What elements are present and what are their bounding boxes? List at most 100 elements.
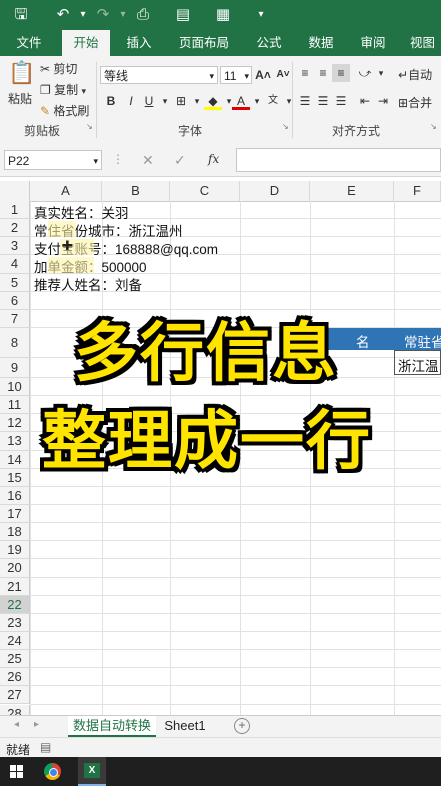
column-header-f[interactable]: F <box>394 181 441 201</box>
row-header-9[interactable]: 9 <box>0 357 30 378</box>
tab-insert[interactable]: 插入 <box>118 30 160 56</box>
undo-dropdown-icon[interactable]: ▾ <box>72 5 94 25</box>
tab-file[interactable]: 文件 <box>8 30 50 56</box>
cell-f8[interactable]: 常驻省 <box>404 331 441 351</box>
row-header-11[interactable]: 11 <box>0 396 30 415</box>
wrap-text-button[interactable]: ↵自动 <box>398 66 432 83</box>
chevron-down-icon[interactable]: ▾ <box>372 64 390 82</box>
copy-button[interactable]: ❐ 复制 ▾ <box>40 81 86 98</box>
align-top-icon[interactable]: ≡ <box>296 64 314 82</box>
row-header-6[interactable]: 6 <box>0 291 30 310</box>
column-header-e[interactable]: E <box>310 181 394 201</box>
formula-input[interactable] <box>236 148 441 172</box>
row-gridline <box>30 576 441 578</box>
sheet-tab-active[interactable]: 数据自动转换 <box>68 716 156 737</box>
tab-review[interactable]: 审阅 <box>352 30 394 56</box>
dialog-launcher-icon[interactable]: ↘ <box>86 122 93 131</box>
align-left-icon[interactable]: ☰ <box>296 92 314 110</box>
scroll-left-icon[interactable]: ◂ <box>14 719 19 730</box>
row-header-4[interactable]: 4 <box>0 255 30 274</box>
add-sheet-icon[interactable]: + <box>234 718 250 734</box>
font-group-label: 字体 <box>178 124 203 138</box>
row-header-26[interactable]: 26 <box>0 668 30 687</box>
cell-f9[interactable]: 浙江温 <box>398 355 439 375</box>
dialog-launcher-icon[interactable]: ↘ <box>282 122 289 131</box>
tab-page-layout[interactable]: 页面布局 <box>172 30 236 56</box>
confirm-icon[interactable]: ✓ <box>174 152 186 169</box>
dialog-launcher-icon[interactable]: ↘ <box>430 122 437 131</box>
row-header-5[interactable]: 5 <box>0 273 30 292</box>
row-header-18[interactable]: 18 <box>0 523 30 542</box>
name-box[interactable]: P22 ▾ <box>4 150 102 170</box>
cancel-icon[interactable]: ✕ <box>142 152 154 169</box>
italic-button[interactable]: I <box>122 92 140 110</box>
redo-dropdown-icon[interactable]: ▾ <box>112 5 134 25</box>
insert-function-button[interactable]: fx <box>208 152 219 166</box>
tab-home[interactable]: 开始 <box>62 30 110 56</box>
align-right-icon[interactable]: ☰ <box>332 92 350 110</box>
row-header-14[interactable]: 14 <box>0 450 30 469</box>
select-all-corner[interactable] <box>0 181 30 201</box>
row-header-27[interactable]: 27 <box>0 686 30 705</box>
format-painter-button[interactable]: ✎ 格式刷 <box>40 102 89 119</box>
paste-icon[interactable]: 📋 <box>8 60 35 86</box>
excel-taskbar-button[interactable]: X <box>78 757 106 786</box>
sort-icon[interactable]: ▦ <box>212 5 234 25</box>
row-header-12[interactable]: 12 <box>0 414 30 433</box>
row-header-8[interactable]: 8 <box>0 327 30 358</box>
tab-formulas[interactable]: 公式 <box>248 30 290 56</box>
chrome-icon[interactable] <box>44 763 61 780</box>
cut-button[interactable]: ✂ 剪切 <box>40 60 77 77</box>
row-header-1[interactable]: 1 <box>0 201 30 220</box>
row-header-10[interactable]: 10 <box>0 377 30 397</box>
grow-font-icon[interactable]: A˄ <box>254 66 272 84</box>
windows-start-icon[interactable] <box>10 765 24 779</box>
column-header-b[interactable]: B <box>102 181 170 201</box>
row-header-19[interactable]: 19 <box>0 541 30 560</box>
row-gridline <box>30 612 441 614</box>
font-name-select[interactable]: 等线 ▾ <box>100 66 218 84</box>
align-center-icon[interactable]: ☰ <box>314 92 332 110</box>
row-header-15[interactable]: 15 <box>0 468 30 487</box>
row-header-20[interactable]: 20 <box>0 559 30 578</box>
cell-a5[interactable]: 推荐人姓名：刘备 <box>34 274 142 294</box>
save-icon[interactable]: 🖫 <box>10 5 32 25</box>
increase-indent-icon[interactable]: ⇥ <box>374 92 392 110</box>
sheet-tab-sheet1[interactable]: Sheet1 <box>160 716 210 737</box>
row-header-24[interactable]: 24 <box>0 631 30 651</box>
tab-data[interactable]: 数据 <box>300 30 342 56</box>
cell-a1[interactable]: 真实姓名：关羽 <box>34 202 129 222</box>
row-header-3[interactable]: 3 <box>0 237 30 256</box>
row-header-22[interactable]: 22 <box>0 595 30 614</box>
tab-view[interactable]: 视图 <box>404 30 441 56</box>
macro-record-icon[interactable]: ▤ <box>40 740 51 754</box>
row-header-25[interactable]: 25 <box>0 650 30 669</box>
row-header-16[interactable]: 16 <box>0 486 30 505</box>
bold-button[interactable]: B <box>102 92 120 110</box>
font-size-select[interactable]: 11 ▾ <box>220 66 252 84</box>
row-header-13[interactable]: 13 <box>0 432 30 451</box>
cell-e8[interactable]: 名 <box>356 331 370 351</box>
column-header-d[interactable]: D <box>240 181 310 201</box>
align-middle-icon[interactable]: ≡ <box>314 64 332 82</box>
customize-toolbar-icon[interactable]: ▾ <box>250 5 272 25</box>
row-header-17[interactable]: 17 <box>0 504 30 524</box>
row-header-2[interactable]: 2 <box>0 219 30 238</box>
row-header-7[interactable]: 7 <box>0 309 30 328</box>
row-header-21[interactable]: 21 <box>0 577 30 596</box>
ribbon: 📋 粘贴 ✂ 剪切 ❐ 复制 ▾ ✎ 格式刷 剪贴板 ↘ 等线 ▾ 11 ▾ A… <box>0 56 441 145</box>
decrease-indent-icon[interactable]: ⇤ <box>356 92 374 110</box>
row-header-23[interactable]: 23 <box>0 613 30 632</box>
form-icon[interactable]: ▤ <box>172 5 194 25</box>
row-gridline <box>30 540 441 542</box>
column-header-c[interactable]: C <box>170 181 240 201</box>
redo-icon[interactable]: ↷ <box>92 5 114 25</box>
column-header-a[interactable]: A <box>30 181 102 201</box>
paste-button[interactable]: 粘贴 <box>8 90 32 107</box>
align-bottom-icon[interactable]: ≡ <box>332 64 350 82</box>
scroll-right-icon[interactable]: ▸ <box>34 719 39 730</box>
print-preview-icon[interactable]: ⎙ <box>132 5 154 25</box>
undo-icon[interactable]: ↶ <box>52 5 74 25</box>
merge-button[interactable]: ⊞合并 <box>398 94 432 111</box>
shrink-font-icon[interactable]: A˅ <box>274 66 292 84</box>
